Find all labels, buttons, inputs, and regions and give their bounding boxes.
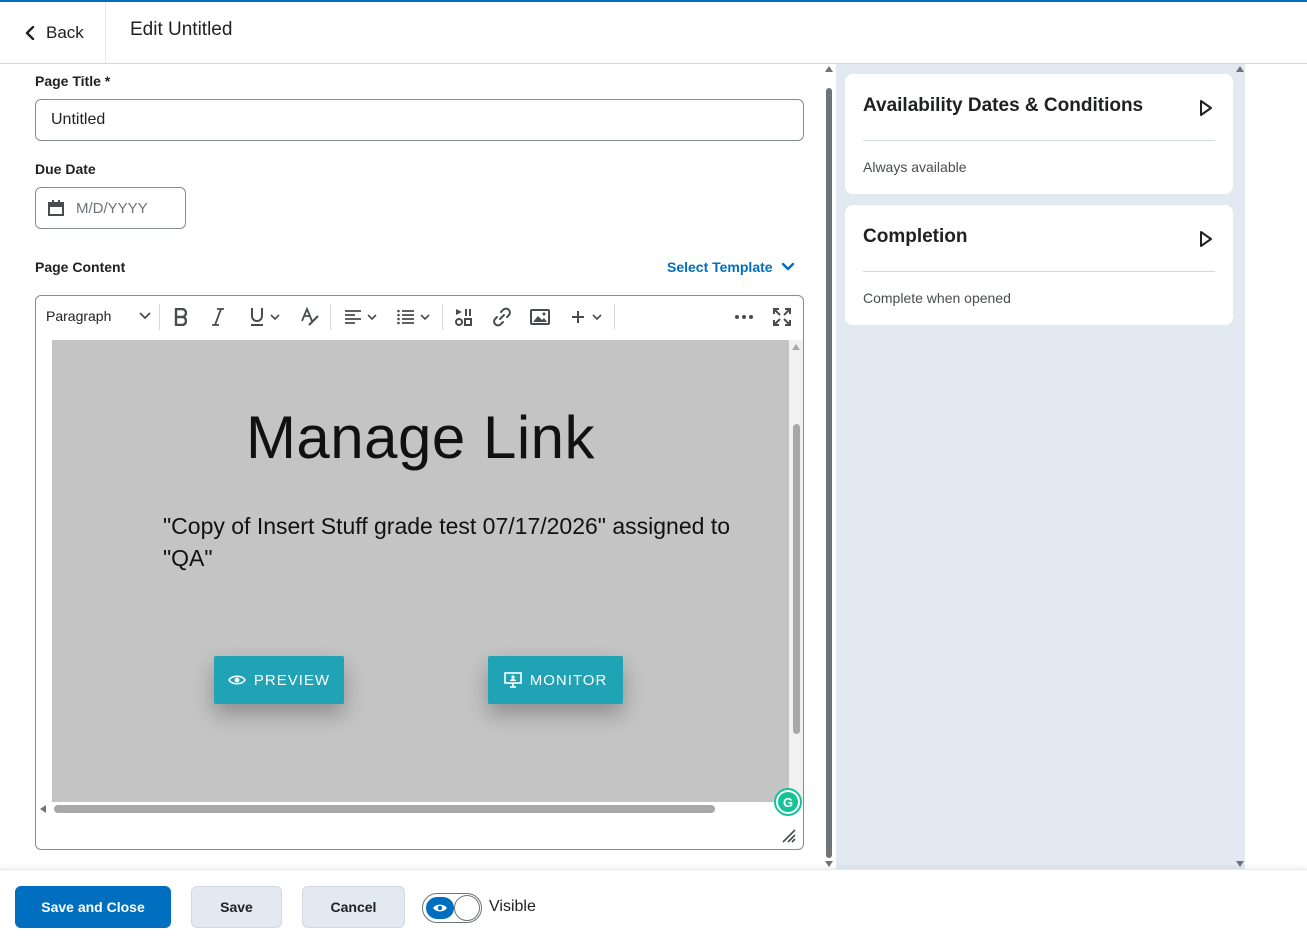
card-divider: [863, 271, 1215, 272]
scroll-up-icon: [792, 344, 800, 350]
page-header: Back Edit Untitled: [0, 2, 1307, 64]
page-title-input[interactable]: [35, 99, 804, 141]
due-date-label: Due Date: [35, 161, 96, 177]
editor-content-area[interactable]: Manage Link "Copy of Insert Stuff grade …: [52, 340, 789, 802]
due-date-field[interactable]: [35, 187, 186, 229]
main-scroll-thumb[interactable]: [826, 88, 832, 858]
preview-label: PREVIEW: [253, 671, 331, 689]
list-button[interactable]: [393, 305, 433, 329]
toolbar-divider: [614, 304, 615, 330]
editor-vertical-scroll-thumb[interactable]: [793, 424, 800, 734]
more-icon: [735, 315, 753, 319]
monitor-button[interactable]: MONITOR: [488, 656, 623, 704]
monitor-label: MONITOR: [529, 671, 608, 689]
visibility-toggle[interactable]: [422, 893, 482, 923]
insert-image-button[interactable]: [528, 305, 552, 329]
scroll-down-icon: [825, 861, 833, 867]
expand-arrow-icon[interactable]: [1199, 99, 1213, 117]
chevron-down-icon: [419, 313, 430, 320]
completion-status: Complete when opened: [863, 290, 1011, 306]
block-format-select[interactable]: Paragraph: [46, 308, 152, 324]
fullscreen-button[interactable]: [770, 305, 794, 329]
select-template-dropdown[interactable]: Select Template: [667, 259, 795, 275]
eye-icon: [227, 675, 246, 685]
page-title: Edit Untitled: [130, 19, 233, 40]
fullscreen-icon: [773, 308, 791, 326]
back-label: Back: [46, 22, 84, 42]
image-icon: [530, 309, 550, 325]
link-icon: [493, 307, 511, 327]
eye-icon: [433, 904, 447, 912]
settings-sidebar: Availability Dates & Conditions Always a…: [836, 64, 1235, 869]
chevron-down-icon: [366, 313, 377, 320]
scroll-down-icon: [1236, 861, 1244, 867]
grammarly-icon: G: [778, 792, 798, 812]
visibility-label: Visible: [489, 898, 536, 915]
insert-stuff-button[interactable]: [452, 305, 476, 329]
back-button[interactable]: Back: [0, 2, 106, 63]
save-and-close-button[interactable]: Save and Close: [15, 886, 171, 928]
grammarly-button[interactable]: G: [774, 788, 802, 816]
chevron-down-icon: [591, 313, 602, 320]
save-button[interactable]: Save: [191, 886, 282, 928]
resize-icon: [782, 829, 796, 843]
align-button[interactable]: [340, 305, 380, 329]
italic-button[interactable]: [206, 305, 230, 329]
block-format-label: Paragraph: [46, 308, 112, 324]
list-icon: [396, 309, 414, 325]
editor-vertical-scrollbar[interactable]: [789, 340, 803, 802]
preview-button[interactable]: PREVIEW: [214, 656, 344, 704]
sidebar-scrollbar[interactable]: [1235, 64, 1245, 869]
chevron-down-icon: [269, 313, 280, 320]
footer-action-bar: Save and Close Save Cancel Visible: [0, 869, 1307, 941]
chevron-left-icon: [25, 25, 35, 40]
assignment-text: "Copy of Insert Stuff grade test 07/17/2…: [163, 513, 730, 571]
select-template-label: Select Template: [667, 259, 773, 275]
cancel-button[interactable]: Cancel: [302, 886, 405, 928]
completion-title: Completion: [863, 226, 968, 247]
scroll-up-icon: [825, 66, 833, 72]
editor-resize-handle[interactable]: [781, 828, 797, 849]
align-icon: [344, 310, 361, 324]
text-format-button[interactable]: [298, 305, 322, 329]
card-divider: [863, 140, 1215, 141]
expand-arrow-icon[interactable]: [1199, 230, 1213, 248]
editor-toolbar: Paragraph: [36, 296, 803, 338]
insert-stuff-icon: [455, 309, 472, 326]
page-content-label: Page Content: [35, 259, 126, 275]
availability-card[interactable]: Availability Dates & Conditions Always a…: [845, 74, 1233, 194]
underline-button[interactable]: [244, 305, 284, 329]
toolbar-divider: [442, 304, 443, 330]
completion-card[interactable]: Completion Complete when opened: [845, 205, 1233, 325]
insert-link-button[interactable]: [490, 305, 514, 329]
toggle-knob: [454, 895, 480, 921]
rich-text-editor: Paragraph Manage Link "Copy of Insert St…: [35, 295, 804, 850]
scroll-up-icon: [1236, 66, 1244, 72]
editor-horizontal-scrollbar[interactable]: [36, 802, 789, 816]
toggle-on-indicator: [426, 897, 454, 919]
italic-icon: [212, 308, 224, 326]
underline-icon: [250, 308, 263, 326]
add-icon: [571, 311, 584, 323]
chevron-down-icon: [781, 262, 794, 271]
due-date-input[interactable]: [76, 199, 171, 217]
toolbar-divider: [330, 304, 331, 330]
main-scrollbar[interactable]: [822, 64, 836, 869]
scroll-left-icon: [40, 805, 46, 813]
bold-button[interactable]: [169, 305, 193, 329]
editor-horizontal-scroll-thumb[interactable]: [54, 805, 715, 813]
toolbar-divider: [159, 304, 160, 330]
chevron-down-icon: [139, 312, 152, 320]
calendar-icon: [48, 200, 64, 216]
page-title-label: Page Title *: [35, 73, 111, 89]
manage-link-heading: Manage Link: [245, 404, 596, 471]
availability-title: Availability Dates & Conditions: [863, 95, 1144, 116]
insert-more-button[interactable]: [566, 305, 606, 329]
availability-status: Always available: [863, 159, 967, 175]
format-icon: [301, 307, 319, 326]
monitor-icon: [503, 672, 522, 688]
bold-icon: [174, 308, 188, 326]
more-options-button[interactable]: [732, 305, 756, 329]
